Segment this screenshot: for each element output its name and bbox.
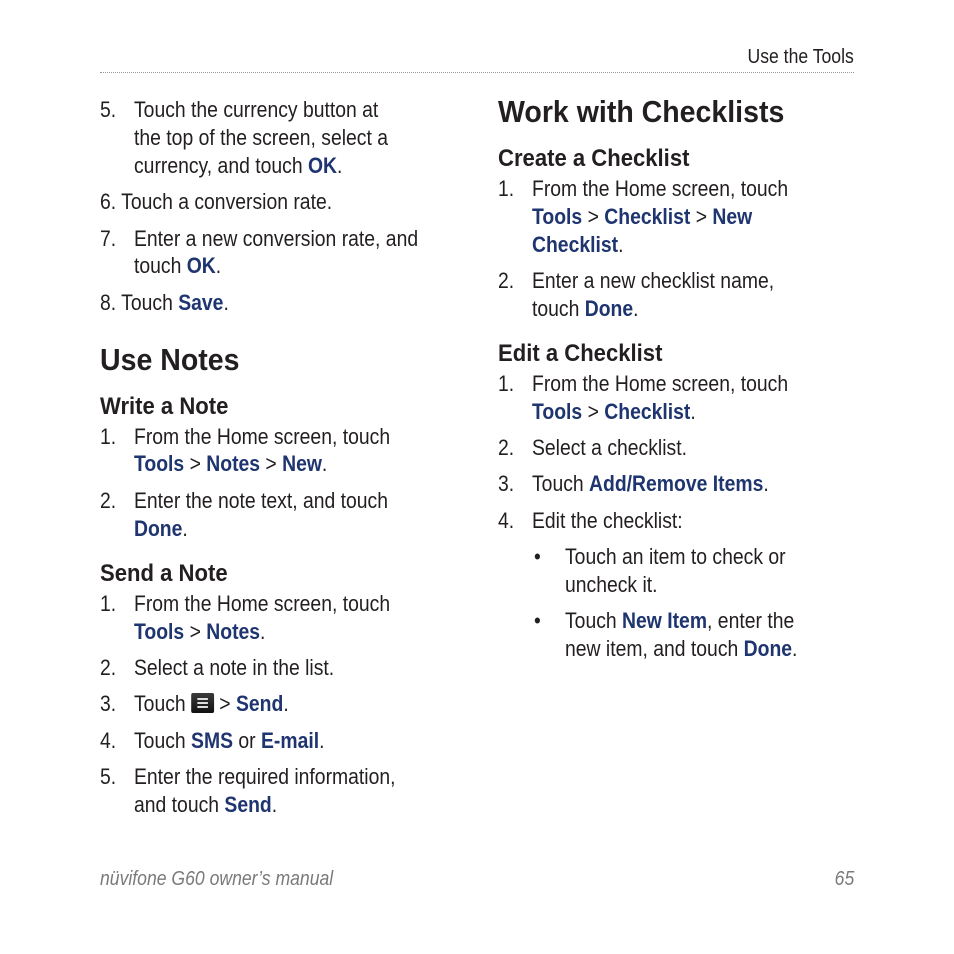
running-header: Use the Tools xyxy=(747,46,854,68)
page-number: 65 xyxy=(834,868,854,890)
send-step-1-path: Tools > Notes. xyxy=(134,619,266,644)
create-step-1-number: 1. xyxy=(498,176,515,201)
edit-step-3: Touch Add/Remove Items. xyxy=(532,471,769,496)
ok-label: OK xyxy=(307,153,338,178)
send-step-5-line-1: Enter the required information, xyxy=(134,764,396,789)
bullet-icon: • xyxy=(534,544,541,569)
edit-step-1-path: Tools > Checklist. xyxy=(532,399,696,424)
send-step-5-number: 5. xyxy=(100,764,117,789)
step-7-number: 7. xyxy=(100,226,117,251)
send-step-4: Touch SMS or E-mail. xyxy=(134,728,325,753)
ok-label: OK xyxy=(186,253,216,278)
send-step-3-number: 3. xyxy=(100,691,117,716)
edit-step-2: Select a checklist. xyxy=(532,435,687,460)
step-5-line-3: currency, and touch OK. xyxy=(134,153,343,178)
create-step-2-line-2: touch Done. xyxy=(532,296,639,321)
write-step-1-path: Tools > Notes > New. xyxy=(134,451,328,476)
step-7-line-2: touch OK. xyxy=(134,253,222,278)
send-step-4-number: 4. xyxy=(100,728,117,753)
edit-step-3-number: 3. xyxy=(498,471,515,496)
edit-step-1-line-1: From the Home screen, touch xyxy=(532,371,789,396)
write-step-2-line-1: Enter the note text, and touch xyxy=(134,488,389,513)
send-step-3: Touch > Send. xyxy=(134,691,289,716)
bullet-1-line-2: uncheck it. xyxy=(565,572,658,597)
create-step-1-path-2: Checklist. xyxy=(532,232,624,257)
checklists-heading: Work with Checklists xyxy=(498,94,785,129)
edit-step-4-number: 4. xyxy=(498,508,515,533)
send-step-5-line-2: and touch Send. xyxy=(134,792,278,817)
create-step-2-line-1: Enter a new checklist name, xyxy=(532,268,775,293)
save-label: Save xyxy=(178,290,224,315)
step-6: 6. Touch a conversion rate. xyxy=(100,189,333,214)
send-step-2: Select a note in the list. xyxy=(134,655,335,680)
write-step-1-number: 1. xyxy=(100,424,117,449)
step-8: 8. Touch Save. xyxy=(100,290,229,315)
header-rule xyxy=(100,72,854,73)
write-step-1-line-1: From the Home screen, touch xyxy=(134,424,391,449)
bullet-1-line-1: Touch an item to check or xyxy=(565,544,786,569)
write-note-heading: Write a Note xyxy=(100,393,229,420)
create-step-1-line-1: From the Home screen, touch xyxy=(532,176,789,201)
step-5-line-2: the top of the screen, select a xyxy=(134,125,388,150)
create-step-2-number: 2. xyxy=(498,268,515,293)
bullet-2-line-1: Touch New Item, enter the xyxy=(565,608,795,633)
write-step-2-line-2: Done. xyxy=(134,516,188,541)
write-step-2-number: 2. xyxy=(100,488,117,513)
create-step-1-path: Tools > Checklist > New xyxy=(532,204,753,229)
bullet-icon: • xyxy=(534,608,541,633)
edit-checklist-heading: Edit a Checklist xyxy=(498,340,663,367)
use-notes-heading: Use Notes xyxy=(100,342,240,377)
edit-step-1-number: 1. xyxy=(498,371,515,396)
step-7-line-1: Enter a new conversion rate, and xyxy=(134,226,419,251)
footer-manual-title: nüvifone G60 owner’s manual xyxy=(100,868,334,890)
step-5-number: 5. xyxy=(100,97,117,122)
step-5-line-1: Touch the currency button at xyxy=(134,97,379,122)
send-step-2-number: 2. xyxy=(100,655,117,680)
send-note-heading: Send a Note xyxy=(100,560,228,587)
edit-step-4: Edit the checklist: xyxy=(532,508,683,533)
create-checklist-heading: Create a Checklist xyxy=(498,145,690,172)
menu-icon xyxy=(191,693,214,713)
bullet-2-line-2: new item, and touch Done. xyxy=(565,636,798,661)
send-step-1-number: 1. xyxy=(100,591,117,616)
send-step-1-line-1: From the Home screen, touch xyxy=(134,591,391,616)
edit-step-2-number: 2. xyxy=(498,435,515,460)
